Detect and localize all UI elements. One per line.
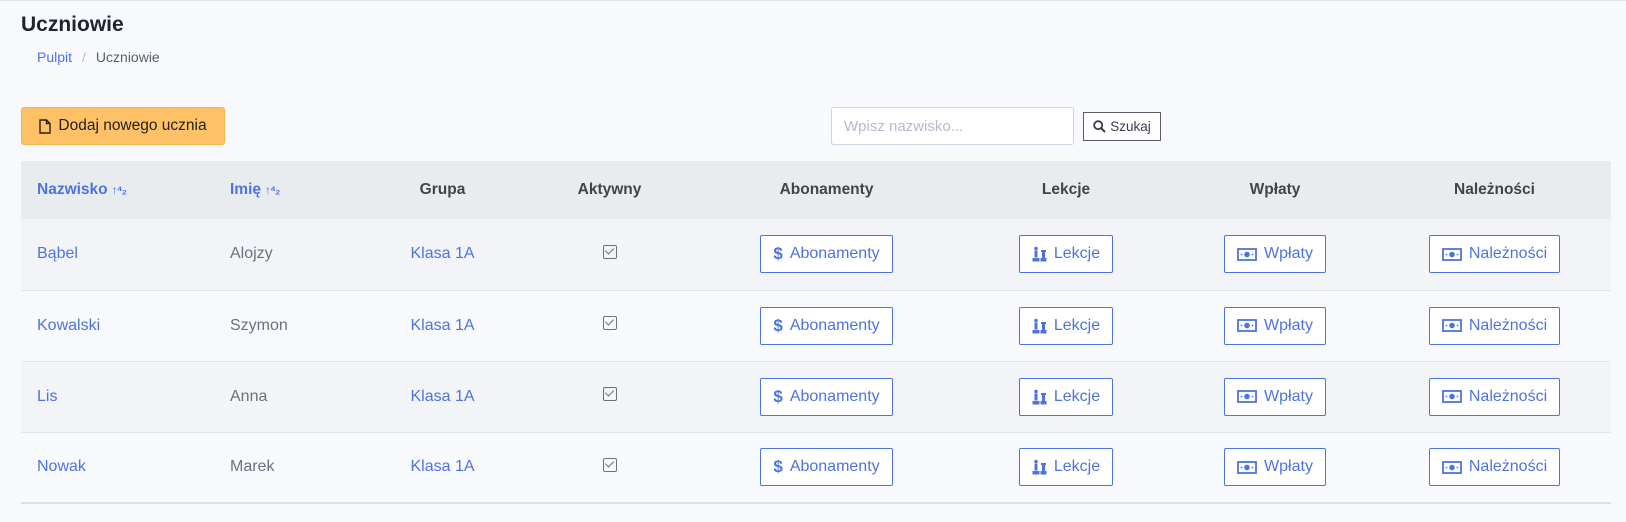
column-header-dues: Należności [1454, 181, 1535, 198]
payments-button[interactable]: Wpłaty [1224, 306, 1326, 345]
breadcrumb-current: Uczniowie [95, 49, 160, 65]
dues-button[interactable]: Należności [1428, 306, 1561, 345]
payments-button[interactable]: Wpłaty [1224, 377, 1326, 416]
student-group-link[interactable]: Klasa 1A [410, 245, 474, 262]
column-header-name-label: Imię [230, 181, 262, 198]
chess-icon [1032, 318, 1047, 334]
money-bill-icon [1237, 319, 1257, 332]
student-group-link[interactable]: Klasa 1A [410, 317, 474, 334]
payments-button-label: Wpłaty [1264, 245, 1313, 263]
money-bill-icon [1441, 390, 1462, 403]
dues-button-label: Należności [1468, 245, 1548, 263]
dollar-icon: $ [773, 457, 783, 477]
search-icon [1093, 120, 1106, 133]
subscriptions-button-label: Abonamenty [789, 458, 880, 476]
column-header-active: Aktywny [577, 181, 642, 198]
file-icon [39, 118, 52, 134]
student-name: Alojzy [230, 245, 273, 263]
money-bill-icon [1441, 319, 1462, 332]
column-header-payments: Wpłaty [1249, 181, 1301, 198]
search-button[interactable]: Szukaj [1083, 112, 1161, 141]
student-group-link[interactable]: Klasa 1A [410, 458, 474, 475]
payments-button-label: Wpłaty [1264, 458, 1313, 476]
chess-icon [1032, 459, 1047, 475]
table-row: Nowak Marek Klasa 1A $ Abonamenty Lekcje… [21, 432, 1611, 503]
active-checkbox-icon [602, 316, 617, 330]
payments-button-label: Wpłaty [1264, 387, 1313, 405]
dues-button-label: Należności [1468, 458, 1548, 476]
subscriptions-button-label: Abonamenty [789, 245, 880, 263]
payments-button[interactable]: Wpłaty [1224, 448, 1326, 487]
student-name: Marek [230, 458, 275, 476]
search-button-label: Szukaj [1110, 119, 1151, 134]
search-input[interactable] [831, 107, 1074, 145]
subscriptions-button[interactable]: $ Abonamenty [760, 448, 893, 487]
student-surname-link[interactable]: Lis [37, 388, 57, 405]
sort-icon: ↑⁴₂ [265, 183, 280, 197]
subscriptions-button-label: Abonamenty [789, 316, 880, 334]
student-name: Anna [230, 387, 268, 405]
dollar-icon: $ [773, 315, 783, 335]
lessons-button-label: Lekcje [1053, 387, 1101, 405]
dues-button-label: Należności [1468, 316, 1548, 334]
column-header-group: Grupa [419, 181, 466, 198]
column-header-lessons: Lekcje [1041, 181, 1091, 198]
add-student-button[interactable]: Dodaj nowego ucznia [21, 107, 225, 145]
dues-button-label: Należności [1468, 387, 1548, 405]
active-checkbox-icon [602, 457, 617, 472]
subscriptions-button[interactable]: $ Abonamenty [760, 377, 893, 416]
subscriptions-button[interactable]: $ Abonamenty [760, 306, 893, 345]
lessons-button-label: Lekcje [1053, 316, 1101, 334]
lessons-button[interactable]: Lekcje [1018, 306, 1114, 345]
student-group-link[interactable]: Klasa 1A [410, 388, 474, 405]
money-bill-icon [1441, 460, 1462, 474]
lessons-button[interactable]: Lekcje [1018, 235, 1114, 274]
payments-button[interactable]: Wpłaty [1224, 235, 1326, 274]
chess-icon [1032, 246, 1047, 262]
money-bill-icon [1441, 247, 1462, 261]
dues-button[interactable]: Należności [1428, 448, 1561, 487]
subscriptions-button[interactable]: $ Abonamenty [760, 235, 893, 274]
table-row: Lis Anna Klasa 1A $ Abonamenty Lekcje Wp… [21, 361, 1611, 432]
dollar-icon: $ [773, 386, 783, 406]
column-header-surname-label: Nazwisko [37, 181, 108, 198]
table-header-row: Nazwisko ↑⁴₂ Imię ↑⁴₂ Grupa Aktywny Abonam… [21, 161, 1611, 219]
lessons-button[interactable]: Lekcje [1018, 448, 1114, 487]
table-row: Kowalski Szymon Klasa 1A $ Abonamenty Le… [21, 290, 1611, 361]
student-surname-link[interactable]: Nowak [37, 458, 86, 475]
chess-icon [1032, 389, 1047, 405]
column-header-name[interactable]: Imię ↑⁴₂ [214, 161, 359, 219]
student-name: Szymon [230, 316, 288, 334]
breadcrumb-home-link[interactable]: Pulpit [37, 49, 72, 65]
column-header-subscriptions: Abonamenty [779, 181, 874, 198]
student-surname-link[interactable]: Bąbel [37, 245, 78, 262]
active-checkbox-icon [602, 387, 617, 401]
add-student-label: Dodaj nowego ucznia [58, 117, 207, 134]
money-bill-icon [1237, 390, 1257, 403]
lessons-button-label: Lekcje [1053, 458, 1101, 476]
breadcrumb: Pulpit / Uczniowie [37, 49, 160, 65]
column-header-surname[interactable]: Nazwisko ↑⁴₂ [21, 161, 214, 219]
table-row: Bąbel Alojzy Klasa 1A $ Abonamenty Lekcj… [21, 219, 1611, 290]
money-bill-icon [1237, 460, 1257, 474]
money-bill-icon [1237, 247, 1257, 261]
lessons-button-label: Lekcje [1053, 245, 1101, 263]
dues-button[interactable]: Należności [1428, 377, 1561, 416]
dues-button[interactable]: Należności [1428, 235, 1561, 274]
subscriptions-button-label: Abonamenty [789, 387, 880, 405]
lessons-button[interactable]: Lekcje [1018, 377, 1114, 416]
page-title: Uczniowie [21, 13, 124, 36]
breadcrumb-separator: / [82, 49, 86, 65]
active-checkbox-icon [602, 244, 617, 259]
payments-button-label: Wpłaty [1264, 316, 1313, 334]
students-table: Nazwisko ↑⁴₂ Imię ↑⁴₂ Grupa Aktywny Abonam… [21, 161, 1611, 504]
sort-icon: ↑⁴₂ [111, 183, 127, 197]
dollar-icon: $ [773, 244, 783, 264]
student-surname-link[interactable]: Kowalski [37, 317, 100, 334]
